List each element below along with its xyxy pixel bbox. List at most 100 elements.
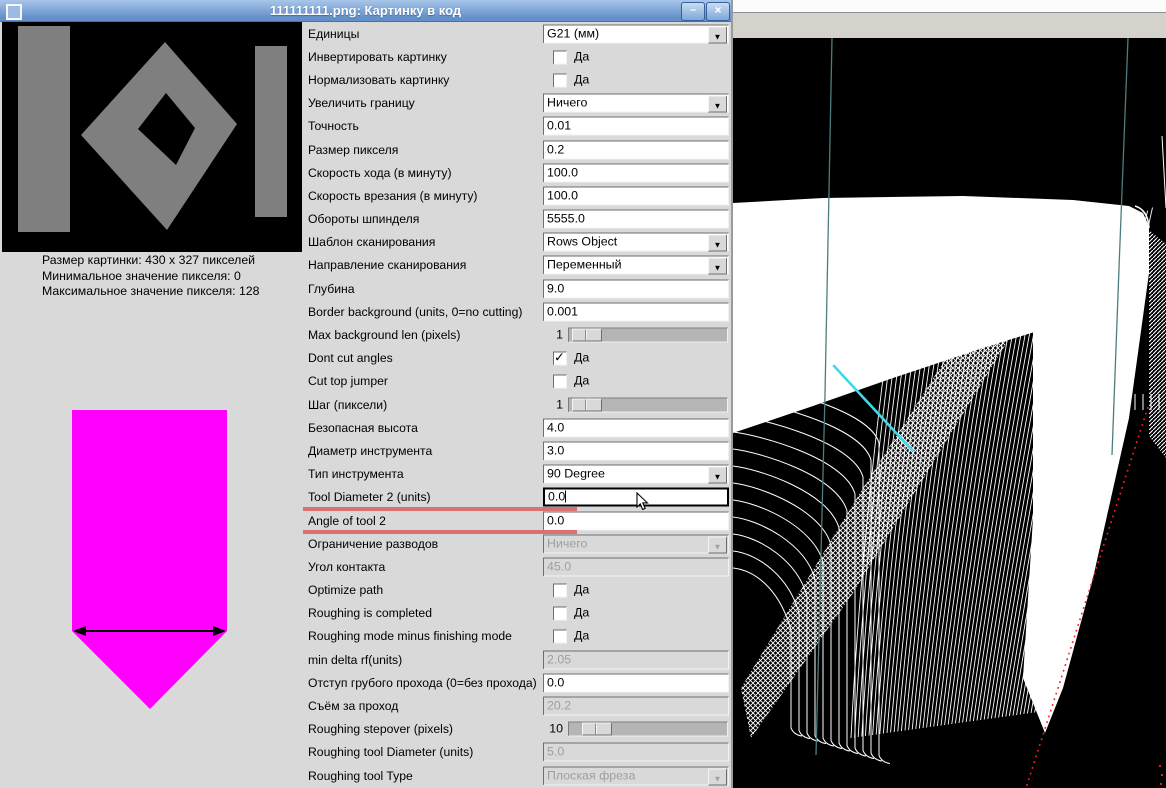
checkbox-box[interactable] bbox=[553, 374, 567, 389]
units-dropdown[interactable]: G21 (мм) ▼ bbox=[543, 24, 729, 44]
pixel-size-label: Размер пикселя bbox=[308, 142, 399, 157]
depth-input[interactable]: 9.0 bbox=[543, 279, 729, 299]
max-background-len-slider[interactable]: 1 bbox=[543, 327, 729, 343]
checkbox-box[interactable] bbox=[553, 73, 567, 88]
form-row-normalize-image: Нормализовать картинку Да bbox=[302, 68, 731, 91]
form-row-roughing-tool-diameter: Roughing tool Diameter (units) 5.0 bbox=[302, 741, 731, 764]
form-row-border-background: Border background (units, 0=no cutting) 0… bbox=[302, 300, 731, 323]
form-row-roughing-tool-type: Roughing tool Type Плоская фреза ▼ bbox=[302, 764, 731, 787]
title-bar[interactable]: 111111111.png: Картинку в код – × bbox=[0, 0, 731, 22]
slider-value: 1 bbox=[556, 327, 563, 342]
roughing-stepover-slider[interactable]: 10 bbox=[543, 721, 729, 737]
chevron-down-icon: ▼ bbox=[708, 768, 727, 786]
pixel-size-input[interactable]: 0.2 bbox=[543, 140, 729, 160]
plunge-rate-input[interactable]: 100.0 bbox=[543, 186, 729, 206]
chevron-down-icon[interactable]: ▼ bbox=[708, 466, 727, 484]
min-delta-rf-label: min delta rf(units) bbox=[308, 652, 403, 667]
plunge-rate-value: 100.0 bbox=[547, 188, 579, 203]
parameter-form: Единицы G21 (мм) ▼ Инвертировать картинку Да… bbox=[302, 22, 731, 788]
gcode-preview-3d[interactable] bbox=[733, 38, 1166, 788]
tool-type-label: Тип инструмента bbox=[308, 467, 404, 482]
tolerance-value: 0.01 bbox=[547, 118, 572, 133]
background-menubar-strip bbox=[733, 0, 1166, 13]
checkbox-label: Да bbox=[574, 582, 590, 597]
checkbox-box[interactable] bbox=[553, 50, 567, 65]
slider-trough[interactable] bbox=[568, 397, 728, 413]
safety-height-input[interactable]: 4.0 bbox=[543, 418, 729, 438]
roughing-offset-input[interactable]: 0.0 bbox=[543, 673, 729, 693]
minimize-button[interactable]: – bbox=[681, 2, 705, 21]
form-row-scan-direction: Направление сканирования Переменный ▼ bbox=[302, 254, 731, 277]
dropdown-arrow-glyph: ▼ bbox=[713, 101, 722, 111]
slider-thumb[interactable] bbox=[572, 398, 602, 412]
close-button[interactable]: × bbox=[706, 2, 730, 21]
annotation-underline bbox=[303, 506, 577, 511]
normalize-image-label: Нормализовать картинку bbox=[308, 72, 450, 87]
form-row-lace-bounding: Ограничение разводов Ничего ▼ bbox=[302, 532, 731, 555]
chevron-down-icon[interactable]: ▼ bbox=[708, 257, 727, 275]
lace-bounding-label: Ограничение разводов bbox=[308, 536, 439, 551]
scan-direction-dropdown[interactable]: Переменный ▼ bbox=[543, 255, 729, 275]
extend-border-value: Ничего bbox=[547, 95, 588, 110]
angle-of-tool-2-input[interactable]: 0.0 bbox=[543, 511, 729, 531]
image-to-gcode-dialog: 111111111.png: Картинку в код – × Размер… bbox=[0, 0, 733, 788]
screen: 111111111.png: Картинку в код – × Размер… bbox=[0, 0, 1166, 788]
slider-thumb[interactable] bbox=[582, 722, 612, 736]
step-pixels-slider[interactable]: 1 bbox=[543, 397, 729, 413]
roughing-tool-type-dropdown: Плоская фреза ▼ bbox=[543, 766, 729, 786]
chevron-down-icon[interactable]: ▼ bbox=[708, 26, 727, 44]
roughing-stepover-label: Roughing stepover (pixels) bbox=[308, 722, 453, 737]
extend-border-dropdown[interactable]: Ничего ▼ bbox=[543, 93, 729, 113]
scan-direction-value: Переменный bbox=[547, 257, 622, 272]
roughing-tool-diameter-input: 5.0 bbox=[543, 742, 729, 762]
tolerance-input[interactable]: 0.01 bbox=[543, 116, 729, 136]
checkbox-box[interactable]: ✓ bbox=[553, 350, 567, 366]
form-row-tool-diameter-2: Tool Diameter 2 (units) 0.0 bbox=[302, 486, 731, 511]
form-row-roughing-stepover: Roughing stepover (pixels) 10 bbox=[302, 718, 731, 741]
roughing-is-completed-label: Roughing is completed bbox=[308, 606, 432, 621]
depth-value: 9.0 bbox=[547, 281, 565, 296]
spindle-speed-input[interactable]: 5555.0 bbox=[543, 209, 729, 229]
far-right-edge-line bbox=[1161, 135, 1166, 209]
checkbox-box[interactable] bbox=[553, 629, 567, 644]
tool-type-value: 90 Degree bbox=[547, 466, 605, 481]
tool-type-dropdown[interactable]: 90 Degree ▼ bbox=[543, 464, 729, 484]
form-row-safety-height: Безопасная высота 4.0 bbox=[302, 416, 731, 439]
chevron-down-icon[interactable]: ▼ bbox=[708, 95, 727, 113]
border-background-input[interactable]: 0.001 bbox=[543, 302, 729, 322]
form-row-angle-of-tool-2: Angle of tool 2 0.0 bbox=[302, 509, 731, 535]
annotation-underline bbox=[303, 530, 577, 535]
cut-top-jumper-label: Cut top jumper bbox=[308, 374, 388, 389]
scan-pattern-label: Шаблон сканирования bbox=[308, 235, 436, 250]
min-delta-rf-value: 2.05 bbox=[547, 652, 572, 667]
dropdown-arrow-glyph: ▼ bbox=[713, 542, 722, 552]
image-max-text: Максимальное значение пикселя: 128 bbox=[42, 284, 260, 298]
form-row-feed-rate: Скорость хода (в минуту) 100.0 bbox=[302, 161, 731, 184]
form-row-pixel-size: Размер пикселя 0.2 bbox=[302, 138, 731, 161]
checkbox-box[interactable] bbox=[553, 583, 567, 598]
feed-rate-input[interactable]: 100.0 bbox=[543, 163, 729, 183]
slider-trough[interactable] bbox=[568, 327, 728, 343]
scan-pattern-dropdown[interactable]: Rows Object ▼ bbox=[543, 232, 729, 252]
form-row-plunge-rate: Скорость врезания (в минуту) 100.0 bbox=[302, 184, 731, 207]
slider-thumb[interactable] bbox=[572, 328, 602, 342]
form-row-depth-per-pass: Съём за проход 20.2 bbox=[302, 694, 731, 717]
roughing-tool-diameter-value: 5.0 bbox=[547, 744, 565, 759]
checkbox-box[interactable] bbox=[553, 606, 567, 621]
dropdown-arrow-glyph: ▼ bbox=[713, 263, 722, 273]
tool-diameter-2-value: 0.0 bbox=[548, 489, 566, 504]
form-row-invert-image: Инвертировать картинку Да bbox=[302, 45, 731, 68]
spindle-speed-value: 5555.0 bbox=[547, 211, 585, 226]
tool-diameter-value: 3.0 bbox=[547, 443, 565, 458]
form-row-cut-top-jumper: Cut top jumper Да bbox=[302, 370, 731, 393]
roughing-tool-type-value: Плоская фреза bbox=[547, 768, 636, 783]
form-row-dont-cut-angles: Dont cut angles ✓ Да bbox=[302, 347, 731, 370]
dropdown-arrow-glyph: ▼ bbox=[713, 240, 722, 250]
form-row-units: Единицы G21 (мм) ▼ bbox=[302, 22, 731, 45]
slider-trough[interactable] bbox=[568, 721, 728, 737]
preview-left-bar bbox=[18, 26, 70, 232]
contact-angle-input: 45.0 bbox=[543, 557, 729, 577]
chevron-down-icon[interactable]: ▼ bbox=[708, 234, 727, 252]
tool-diameter-input[interactable]: 3.0 bbox=[543, 441, 729, 461]
checkbox-label: Да bbox=[574, 605, 590, 620]
